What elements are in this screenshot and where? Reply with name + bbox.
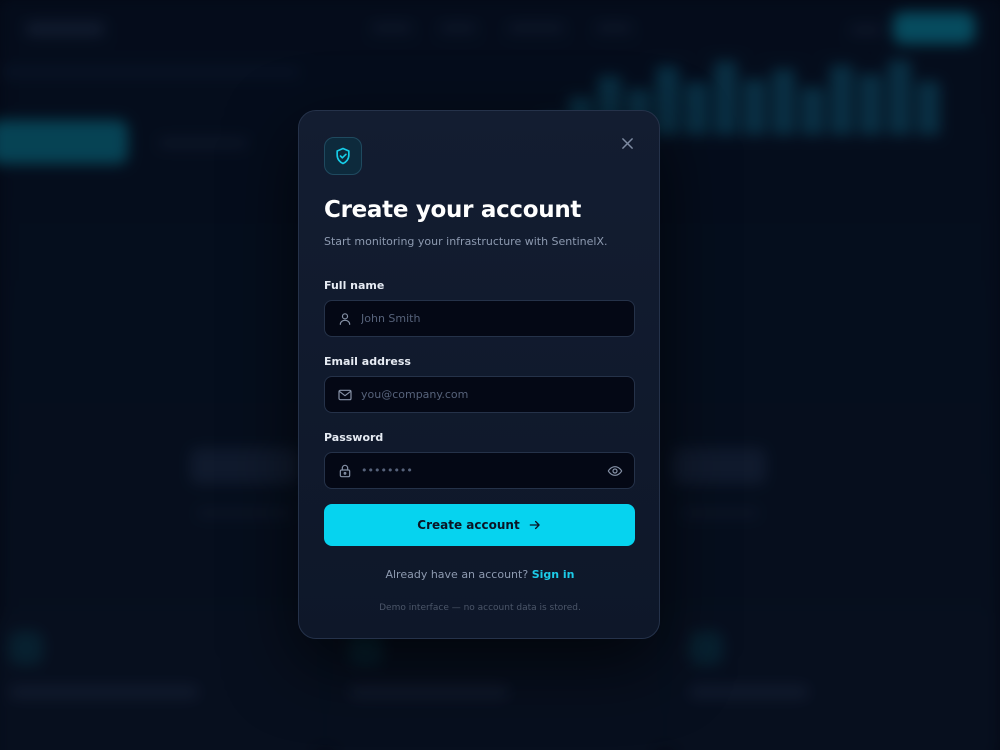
- shield-check-icon: [324, 137, 362, 175]
- full-name-input[interactable]: [361, 301, 601, 336]
- password-field[interactable]: [324, 452, 635, 489]
- user-icon: [339, 313, 351, 325]
- signin-link[interactable]: Sign in: [532, 568, 575, 581]
- signin-prompt-row: Already have an account? Sign in: [299, 568, 661, 581]
- mail-icon: [338, 389, 352, 401]
- close-icon: [621, 137, 633, 149]
- password-visibility-toggle[interactable]: [606, 462, 624, 480]
- lock-icon: [339, 464, 351, 478]
- password-label: Password: [324, 431, 384, 444]
- email-input[interactable]: [361, 377, 601, 412]
- arrow-right-icon: [529, 520, 540, 530]
- demo-disclaimer: Demo interface — no account data is stor…: [379, 603, 581, 613]
- signin-prompt: Already have an account?: [385, 568, 529, 581]
- email-label: Email address: [324, 355, 411, 368]
- modal-title: Create your account: [324, 197, 582, 223]
- email-field[interactable]: [324, 376, 635, 413]
- signup-screen: Create your account Start monitoring you…: [0, 0, 1000, 750]
- password-input[interactable]: [361, 453, 601, 488]
- close-button[interactable]: [615, 131, 639, 155]
- create-account-button[interactable]: Create account: [324, 504, 635, 546]
- full-name-label: Full name: [324, 279, 385, 292]
- create-account-label: Create account: [417, 518, 520, 532]
- full-name-field[interactable]: [324, 300, 635, 337]
- modal-subtitle: Start monitoring your infrastructure wit…: [324, 235, 608, 248]
- eye-icon: [607, 466, 623, 476]
- signup-modal: Create your account Start monitoring you…: [298, 110, 660, 639]
